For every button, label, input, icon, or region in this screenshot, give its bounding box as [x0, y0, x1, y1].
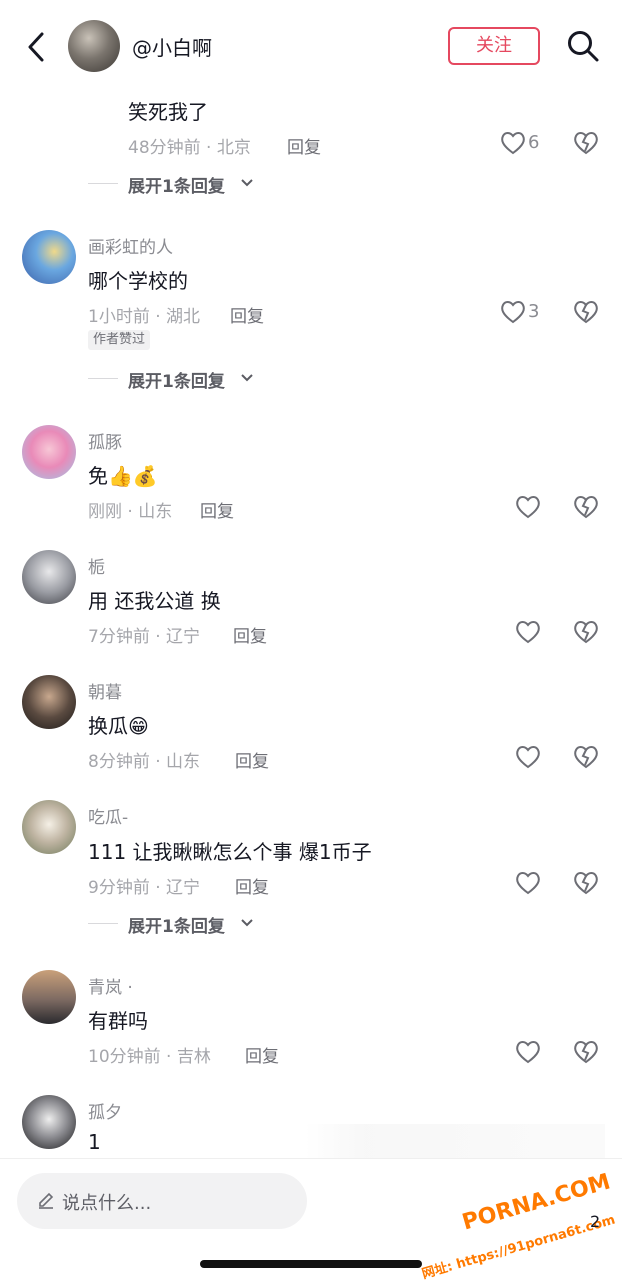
avatar[interactable]	[22, 425, 76, 479]
author-liked-badge: 作者赞过	[88, 330, 151, 350]
avatar[interactable]	[22, 675, 76, 729]
heart-icon[interactable]	[515, 871, 541, 895]
comment-text: 哪个学校的	[88, 269, 188, 293]
top-bar: @小白啊 关注	[0, 0, 622, 90]
chevron-down-icon	[241, 374, 253, 382]
comment-text-main: 免	[88, 464, 108, 488]
broken-heart-icon[interactable]	[573, 745, 599, 769]
comment-text: 1	[88, 1130, 101, 1154]
heart-icon[interactable]	[515, 745, 541, 769]
like-count: 3	[528, 301, 540, 322]
broken-heart-icon[interactable]	[573, 495, 599, 519]
reply-button[interactable]: 回复	[287, 133, 321, 158]
like-count: 6	[528, 132, 540, 153]
comment-nickname[interactable]: 孤夕	[88, 1098, 122, 1123]
author-username[interactable]: @小白啊	[132, 32, 212, 61]
comment-meta: 9分钟前 · 辽宁	[88, 878, 201, 898]
heart-icon[interactable]	[515, 1040, 541, 1064]
comment-meta: 8分钟前 · 山东	[88, 752, 201, 772]
comment-emoji: 😁	[128, 714, 149, 738]
chevron-down-icon	[241, 179, 253, 187]
reply-button[interactable]: 回复	[245, 1042, 279, 1067]
comment-nickname[interactable]: 吃瓜-	[88, 803, 128, 828]
comment-meta: 刚刚 · 山东	[88, 502, 173, 522]
avatar[interactable]	[22, 550, 76, 604]
reply-button[interactable]: 回复	[233, 622, 267, 647]
avatar[interactable]	[22, 230, 76, 284]
chevron-down-icon	[241, 919, 253, 927]
comment-text-main: 换瓜	[88, 714, 128, 738]
comment-nickname[interactable]: 青岚 ·	[88, 973, 133, 998]
search-icon[interactable]	[566, 29, 600, 63]
expand-replies-label[interactable]: 展开1条回复	[128, 367, 225, 392]
pen-icon	[39, 1192, 54, 1209]
comment-meta: 10分钟前 · 吉林	[88, 1047, 211, 1067]
reply-button[interactable]: 回复	[235, 747, 269, 772]
reply-button[interactable]: 回复	[230, 302, 264, 327]
broken-heart-icon[interactable]	[573, 131, 599, 155]
comment-count: 2	[590, 1212, 601, 1231]
comment-nickname[interactable]: 画彩虹的人	[88, 233, 173, 258]
broken-heart-icon[interactable]	[573, 1040, 599, 1064]
broken-heart-icon[interactable]	[573, 871, 599, 895]
comment-nickname[interactable]: 朝暮	[88, 678, 122, 703]
comment-nickname[interactable]: 孤豚	[88, 428, 122, 453]
heart-icon[interactable]	[500, 131, 526, 155]
comment-input[interactable]: 说点什么...	[17, 1173, 307, 1229]
comment-meta: 48分钟前 · 北京	[128, 138, 251, 158]
comment-meta: 7分钟前 · 辽宁	[88, 627, 201, 647]
avatar[interactable]	[22, 970, 76, 1024]
comment-text: 111 让我瞅瞅怎么个事 爆1币子	[88, 840, 372, 864]
avatar[interactable]	[22, 1095, 76, 1149]
broken-heart-icon[interactable]	[573, 300, 599, 324]
follow-button[interactable]: 关注	[448, 27, 540, 65]
comment-text: 笑死我了	[128, 100, 208, 124]
reply-button[interactable]: 回复	[235, 873, 269, 898]
heart-icon[interactable]	[515, 495, 541, 519]
comment-nickname[interactable]: 栀	[88, 553, 105, 578]
comment-text: 免👍💰	[88, 460, 158, 489]
author-avatar[interactable]	[68, 20, 120, 72]
comment-input-placeholder: 说点什么...	[62, 1193, 152, 1214]
comment-text: 换瓜😁	[88, 710, 149, 739]
expand-replies-label[interactable]: 展开1条回复	[128, 172, 225, 197]
heart-icon[interactable]	[515, 620, 541, 644]
comment-text: 用 还我公道 换	[88, 589, 221, 613]
avatar[interactable]	[22, 800, 76, 854]
reply-button[interactable]: 回复	[200, 497, 234, 522]
heart-icon[interactable]	[500, 300, 526, 324]
home-indicator	[200, 1260, 422, 1268]
broken-heart-icon[interactable]	[573, 620, 599, 644]
comment-emoji: 👍💰	[108, 464, 158, 488]
comment-text: 有群吗	[88, 1009, 148, 1033]
back-arrow-icon[interactable]	[22, 30, 52, 64]
comment-meta: 1小时前 · 湖北	[88, 307, 201, 327]
expand-replies-label[interactable]: 展开1条回复	[128, 912, 225, 937]
